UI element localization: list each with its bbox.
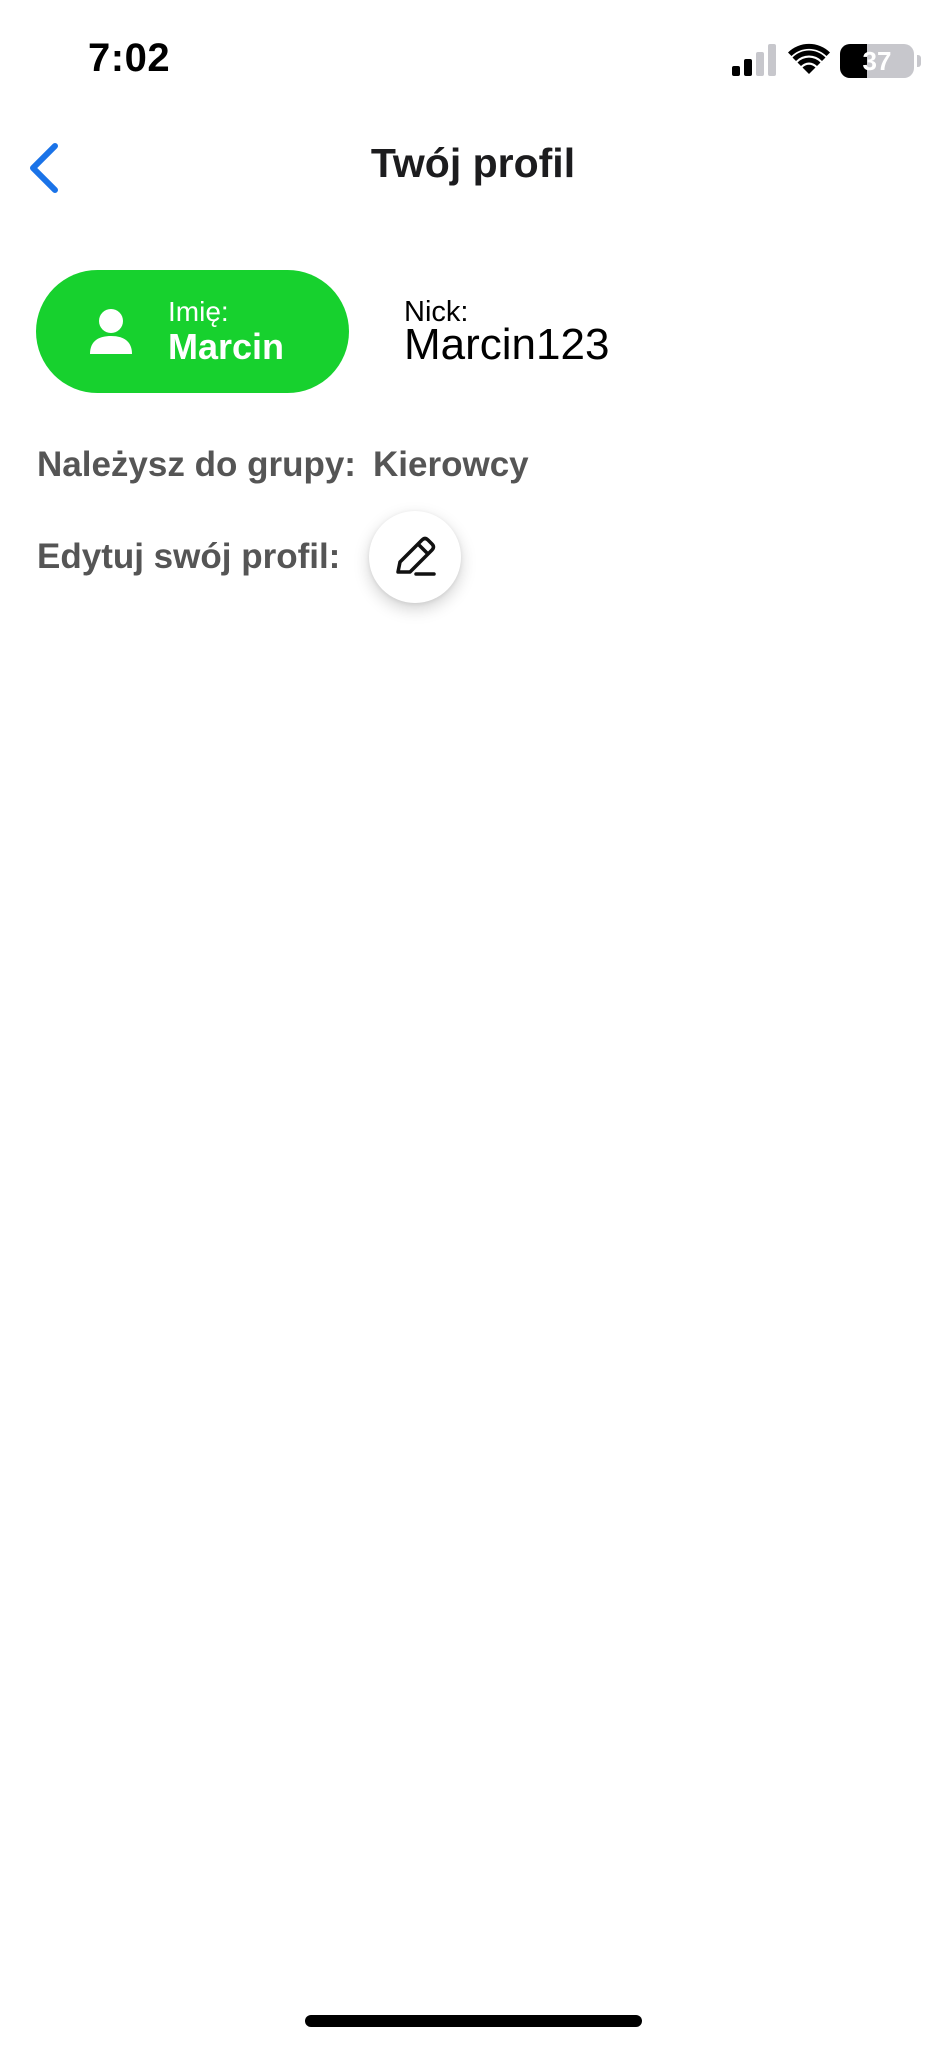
name-label: Imię: — [168, 296, 229, 327]
edit-profile-label: Edytuj swój profil: — [37, 537, 341, 576]
group-value: Kierowcy — [373, 445, 529, 484]
battery-icon: 37 — [840, 44, 922, 78]
battery-level: 37 — [862, 46, 892, 76]
group-label: Należysz do grupy: — [37, 445, 356, 484]
battery-body: 37 — [840, 44, 914, 78]
pencil-icon — [396, 536, 436, 576]
person-icon — [90, 309, 132, 354]
status-bar: 7:02 37 — [0, 0, 946, 120]
status-time: 7:02 — [88, 36, 171, 80]
battery-cap — [917, 55, 921, 67]
page-title: Twój profil — [370, 140, 576, 186]
nick-value: Marcin123 — [404, 320, 610, 369]
name-card: Imię: Marcin — [36, 270, 349, 393]
home-indicator[interactable] — [305, 2015, 642, 2027]
wifi-icon — [788, 43, 830, 74]
signal-icon — [732, 44, 776, 76]
name-value: Marcin — [168, 326, 285, 367]
edit-profile-button[interactable] — [369, 511, 461, 603]
